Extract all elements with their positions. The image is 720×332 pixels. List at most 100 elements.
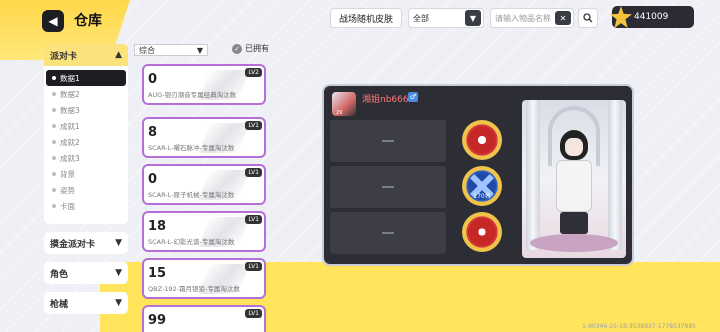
filter-select[interactable]: 全部 ▼	[408, 8, 484, 28]
card-preview-panel: 29 湘姐nb666 ♂ 170名	[322, 84, 634, 266]
party-card-item[interactable]: 15 LV1 QBZ-192-霜月银狼-专属淘汰数	[142, 258, 266, 299]
card-level-badge: LV1	[245, 309, 262, 318]
party-card-item[interactable]: 99 LV1	[142, 305, 266, 332]
character-legs	[560, 212, 588, 234]
subcategory-label: 数据1	[60, 73, 80, 83]
card-count: 99	[148, 313, 167, 328]
pillar-left	[526, 100, 540, 250]
category-collapsed[interactable]: 枪械 ▼	[44, 292, 128, 314]
subcategory-item[interactable]: 背景	[46, 166, 126, 182]
category-collapsed[interactable]: 摸金派对卡 ▼	[44, 232, 128, 254]
chevron-up-icon: ▲	[115, 50, 122, 60]
subcategory-item[interactable]: 成就2	[46, 134, 126, 150]
dot-icon	[52, 156, 56, 160]
chevron-down-icon: ▼	[115, 238, 122, 248]
chevron-down-icon: ▼	[465, 10, 481, 26]
data-slot	[330, 120, 446, 162]
subcategory-item[interactable]: 卡面	[46, 198, 126, 214]
subcategory-label: 数据3	[60, 105, 80, 115]
party-card-item[interactable]: 18 LV1 SCAR-L-幻影光谱-专属淘汰数	[142, 211, 266, 252]
badge-rank-label: 170名	[473, 193, 491, 200]
card-name: AUG-银刃潮音专属经典淘汰数	[148, 91, 237, 99]
subcategory-item[interactable]: 姿势	[46, 182, 126, 198]
stage	[530, 234, 618, 252]
chevron-down-icon: ▼	[115, 268, 122, 278]
chevron-down-icon: ▼	[115, 298, 122, 308]
card-count: 15	[148, 266, 167, 281]
dot-icon	[52, 124, 56, 128]
blue-x-emblem-icon: 170名	[462, 166, 502, 206]
search-button[interactable]	[578, 8, 598, 28]
dot-icon	[52, 140, 56, 144]
category-label: 派对卡	[50, 51, 78, 62]
search-input[interactable]: 请输入物品名称 ✕	[490, 8, 574, 28]
owned-filter-toggle[interactable]: ✓ 已拥有	[232, 43, 269, 54]
category-collapsed[interactable]: 角色 ▼	[44, 262, 128, 284]
sort-select[interactable]: 综合 ▼	[134, 44, 208, 56]
check-icon: ✓	[232, 43, 242, 54]
subcategory-label: 成就3	[60, 153, 80, 163]
card-count: 0	[148, 172, 158, 187]
category-label: 枪械	[50, 299, 69, 310]
character-preview	[522, 100, 626, 258]
empty-dash	[382, 140, 394, 142]
card-name: SCAR-L-原子机械-专属淘汰数	[148, 191, 235, 199]
card-count: 0	[148, 72, 158, 87]
page-title: 仓库	[74, 13, 102, 29]
card-level-badge: LV2	[245, 68, 262, 77]
footer-session-id: 1-90346-25-18-3538937-1778537985	[582, 323, 696, 330]
category-label: 角色	[50, 269, 69, 280]
subcategory-label: 卡面	[60, 201, 75, 211]
subcategory-list: 数据1 数据2 数据3 成就1 成就2 成就3 背景 姿势 卡面	[44, 66, 128, 224]
subcategory-item[interactable]: 成就1	[46, 118, 126, 134]
subcategory-item[interactable]: 数据2	[46, 86, 126, 102]
card-name: SCAR-L-幻影光谱-专属淘汰数	[148, 238, 235, 246]
dot-icon	[52, 108, 56, 112]
subcategory-item[interactable]: 数据1	[46, 70, 126, 86]
sort-value: 综合	[139, 45, 155, 55]
pillar-right	[608, 100, 622, 250]
emblem-center	[468, 218, 496, 246]
data-slot	[330, 166, 446, 208]
card-name: SCAR-L-曜石脉冲-专属淘汰数	[148, 144, 235, 152]
user-name: 湘姐nb666	[362, 95, 409, 105]
party-card-item[interactable]: 0 LV2 AUG-银刃潮音专属经典淘汰数	[142, 64, 266, 105]
avatar: 29	[332, 92, 356, 116]
subcategory-label: 成就1	[60, 121, 80, 131]
currency-display: 441009	[610, 6, 694, 28]
card-level-badge: LV1	[245, 121, 262, 130]
card-level-badge: LV1	[245, 262, 262, 271]
empty-dash	[382, 186, 394, 188]
card-level-badge: LV1	[245, 215, 262, 224]
search-icon	[583, 13, 593, 23]
tab-battlefield-random-skin[interactable]: 战场随机皮肤	[330, 8, 402, 28]
clear-icon[interactable]: ✕	[555, 11, 571, 25]
subcategory-label: 数据2	[60, 89, 80, 99]
dot-icon	[52, 92, 56, 96]
empty-dash	[382, 232, 394, 234]
search-placeholder: 请输入物品名称	[495, 13, 551, 23]
category-label: 摸金派对卡	[50, 239, 96, 250]
party-card-item[interactable]: 0 LV1 SCAR-L-原子机械-专属淘汰数	[142, 164, 266, 205]
card-count: 18	[148, 219, 167, 234]
category-party-card[interactable]: 派对卡 ▲	[44, 44, 128, 66]
dot-icon	[52, 204, 56, 208]
character-body	[556, 160, 592, 212]
category-sidebar: 派对卡 ▲ 数据1 数据2 数据3 成就1 成就2 成就3 背景 姿势 卡面 摸…	[44, 44, 128, 314]
card-count: 8	[148, 125, 158, 140]
card-name: QBZ-192-霜月银狼-专属淘汰数	[148, 285, 240, 293]
back-button[interactable]: ◀	[42, 10, 64, 32]
red-emblem-icon	[462, 120, 502, 160]
party-card-item[interactable]: 8 LV1 SCAR-L-曜石脉冲-专属淘汰数	[142, 117, 266, 158]
subcategory-item[interactable]: 成就3	[46, 150, 126, 166]
emblem-center	[468, 126, 496, 154]
subcategory-item[interactable]: 数据3	[46, 102, 126, 118]
owned-label: 已拥有	[245, 44, 269, 53]
subcategory-label: 成就2	[60, 137, 80, 147]
subcategory-label: 背景	[60, 169, 75, 179]
data-slot	[330, 212, 446, 254]
filter-value: 全部	[413, 13, 429, 23]
card-level-badge: LV1	[245, 168, 262, 177]
dot-icon	[52, 188, 56, 192]
male-icon: ♂	[408, 92, 418, 102]
